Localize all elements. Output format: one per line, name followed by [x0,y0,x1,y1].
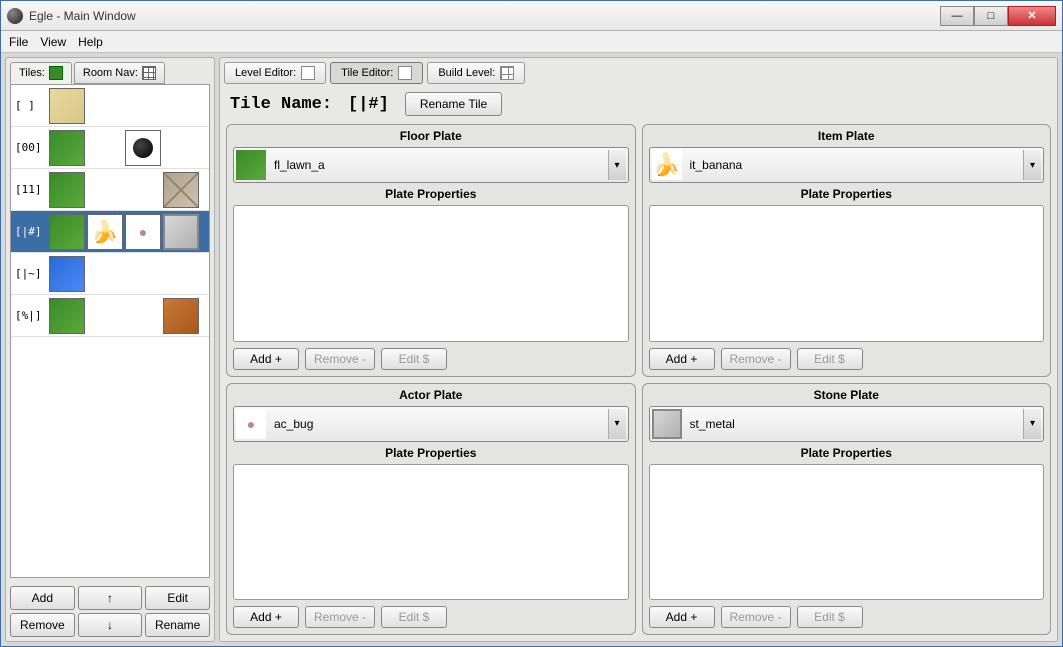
plates-grid: Floor Plate fl_lawn_a Plate Properties A… [220,124,1057,641]
close-button[interactable] [1008,6,1056,26]
tile-thumb-actor [125,130,161,166]
remove-prop-button[interactable]: Remove - [305,606,375,628]
chevron-down-icon[interactable] [608,409,626,439]
tile-thumb-stone [163,172,199,208]
tile-thumb-floor [49,88,85,124]
tile-thumb-stone [163,214,199,250]
menu-file[interactable]: File [9,35,28,49]
add-prop-button[interactable]: Add + [649,606,715,628]
right-panel: Level Editor: Tile Editor: Build Level: … [219,57,1058,642]
move-down-button[interactable]: ↓ [78,613,143,637]
left-panel: Tiles: Room Nav: [ ] [00] [5,57,215,642]
tab-level-editor[interactable]: Level Editor: [224,62,326,84]
tile-list-buttons: Add ↑ Edit Remove ↓ Rename [6,582,214,641]
actor-props-list[interactable] [233,464,629,601]
item-props-list[interactable] [649,205,1045,342]
main-window: Egle - Main Window File View Help Tiles:… [0,0,1063,647]
tile-row[interactable]: [11] [11,169,209,211]
banana-icon [652,150,682,180]
floor-props-list[interactable] [233,205,629,342]
remove-prop-button[interactable]: Remove - [721,606,791,628]
plate-title: Stone Plate [649,386,1045,406]
remove-prop-button[interactable]: Remove - [305,348,375,370]
tab-tile-editor[interactable]: Tile Editor: [330,62,423,84]
window-title: Egle - Main Window [29,9,940,23]
floor-plate: Floor Plate fl_lawn_a Plate Properties A… [226,124,636,377]
tiles-icon [49,66,63,80]
blocks-icon [500,66,514,80]
menu-help[interactable]: Help [78,35,103,49]
tile-list[interactable]: [ ] [00] [11] [|#] [10,84,210,578]
edit-prop-button[interactable]: Edit $ [797,606,863,628]
tile-row[interactable]: [|~] [11,253,209,295]
edit-prop-button[interactable]: Edit $ [797,348,863,370]
plate-title: Floor Plate [233,127,629,147]
tile-thumb-item [87,214,123,250]
tile-row[interactable]: [%|] [11,295,209,337]
menubar: File View Help [1,31,1062,53]
tile-row[interactable]: [ ] [11,85,209,127]
add-prop-button[interactable]: Add + [649,348,715,370]
stone-combo[interactable]: st_metal [649,406,1045,442]
tile-thumb-floor [49,298,85,334]
item-plate: Item Plate it_banana Plate Properties Ad… [642,124,1052,377]
tab-room-nav[interactable]: Room Nav: [74,62,165,84]
tile-thumb-actor [125,214,161,250]
tile-thumb-floor [49,130,85,166]
grass-icon [236,150,266,180]
actor-combo[interactable]: ac_bug [233,406,629,442]
plate-title: Item Plate [649,127,1045,147]
document-icon [301,66,315,80]
tile-thumb-floor [49,172,85,208]
tab-build-level[interactable]: Build Level: [427,62,525,84]
move-up-button[interactable]: ↑ [78,586,143,610]
maximize-button[interactable] [974,6,1008,26]
chevron-down-icon[interactable] [608,150,626,180]
titlebar[interactable]: Egle - Main Window [1,1,1062,31]
stone-props-list[interactable] [649,464,1045,601]
content-area: Tiles: Room Nav: [ ] [00] [1,53,1062,646]
add-prop-button[interactable]: Add + [233,606,299,628]
tile-name-label: Tile Name: [230,95,332,114]
item-combo[interactable]: it_banana [649,147,1045,183]
bug-icon [236,409,266,439]
actor-plate: Actor Plate ac_bug Plate Properties Add … [226,383,636,636]
edit-button[interactable]: Edit [145,586,210,610]
floor-combo[interactable]: fl_lawn_a [233,147,629,183]
tile-name-value: [|#] [348,95,389,114]
grid-icon [142,66,156,80]
cursor-icon [398,66,412,80]
chevron-down-icon[interactable] [1023,409,1041,439]
stone-plate: Stone Plate st_metal Plate Properties Ad… [642,383,1052,636]
metal-icon [652,409,682,439]
rename-button[interactable]: Rename [145,613,210,637]
rename-tile-button[interactable]: Rename Tile [405,92,502,116]
add-prop-button[interactable]: Add + [233,348,299,370]
tab-tiles[interactable]: Tiles: [10,62,72,84]
tile-thumb-floor [49,214,85,250]
chevron-down-icon[interactable] [1023,150,1041,180]
edit-prop-button[interactable]: Edit $ [381,348,447,370]
app-icon [7,8,23,24]
minimize-button[interactable] [940,6,974,26]
tile-thumb-floor [49,256,85,292]
menu-view[interactable]: View [40,35,66,49]
edit-prop-button[interactable]: Edit $ [381,606,447,628]
tile-row[interactable]: [00] [11,127,209,169]
add-button[interactable]: Add [10,586,75,610]
remove-button[interactable]: Remove [10,613,75,637]
plate-title: Actor Plate [233,386,629,406]
remove-prop-button[interactable]: Remove - [721,348,791,370]
tile-name-row: Tile Name: [|#] Rename Tile [220,84,1057,124]
tile-row[interactable]: [|#] [11,211,209,253]
tile-thumb-stone [163,298,199,334]
